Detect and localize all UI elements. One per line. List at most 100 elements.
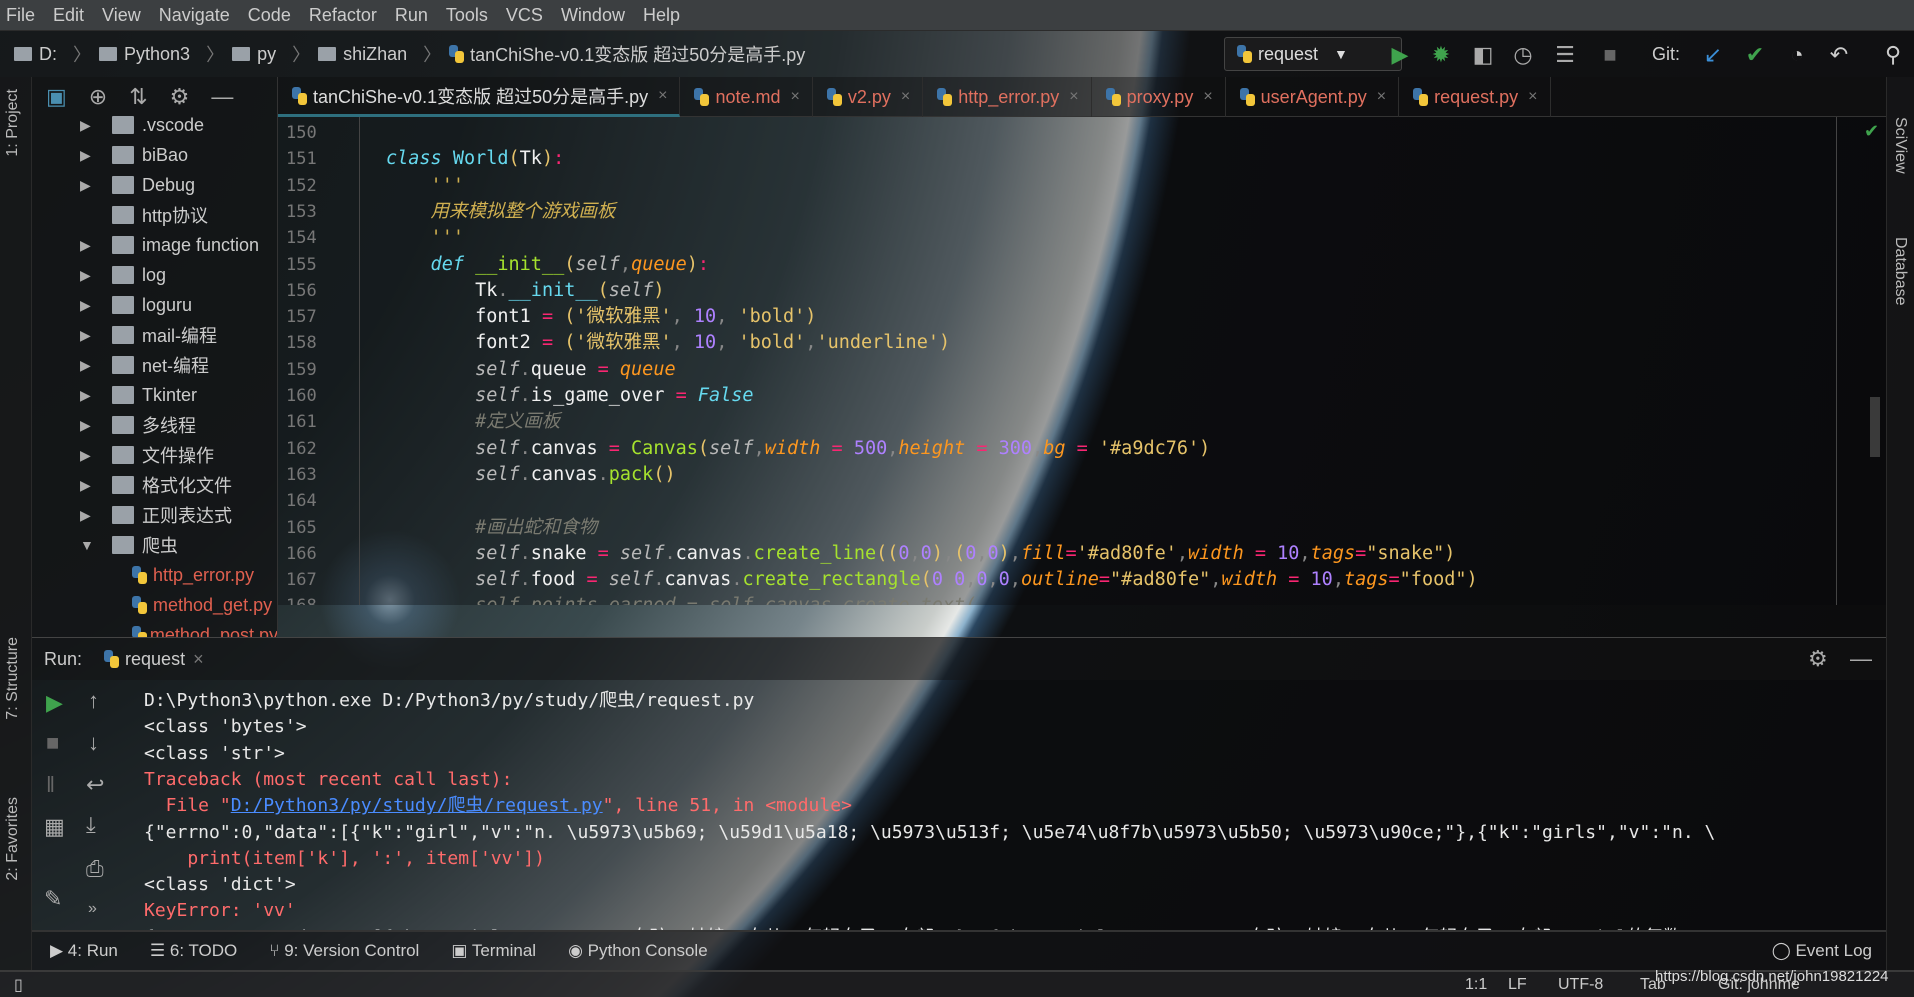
tree-item[interactable]: ▼ 爬虫	[32, 530, 277, 560]
tree-item[interactable]: ▶ log	[32, 260, 277, 290]
tree-item[interactable]: ▶ Tkinter	[32, 380, 277, 410]
editor-tab[interactable]: note.md ×	[680, 77, 813, 117]
close-icon[interactable]: ×	[901, 88, 910, 106]
menu-vcs[interactable]: VCS	[506, 5, 543, 26]
close-icon[interactable]: ×	[1069, 88, 1078, 106]
tree-item[interactable]: ▶ 正则表达式	[32, 500, 277, 530]
menu-help[interactable]: Help	[643, 5, 680, 26]
tree-item[interactable]: method_get.py	[32, 590, 277, 620]
debug-icon[interactable]: ✹	[1428, 42, 1454, 68]
close-icon[interactable]: ×	[1203, 88, 1212, 106]
editor-tab[interactable]: tanChiShe-v0.1变态版 超过50分是高手.py ×	[278, 77, 681, 117]
run-icon[interactable]: ▶	[1387, 42, 1413, 68]
database-tool-button[interactable]: Database	[1891, 237, 1909, 306]
tree-item[interactable]: ▶ 多线程	[32, 410, 277, 440]
breadcrumb-item[interactable]: shiZhan	[318, 44, 407, 65]
menu-run[interactable]: Run	[395, 5, 428, 26]
breadcrumb-item[interactable]: py	[232, 44, 276, 65]
gear-icon[interactable]: ⚙	[1808, 646, 1828, 672]
tree-item[interactable]: ▶ Debug	[32, 170, 277, 200]
menu-edit[interactable]: Edit	[53, 5, 84, 26]
editor-tab[interactable]: request.py ×	[1399, 77, 1551, 117]
close-icon[interactable]: ×	[658, 87, 667, 105]
chevron-right-icon[interactable]: ▶	[80, 147, 92, 164]
menu-view[interactable]: View	[102, 5, 141, 26]
git-update-icon[interactable]: ↙	[1700, 42, 1726, 68]
close-icon[interactable]: ×	[791, 88, 800, 106]
collapse-all-icon[interactable]: ⇅	[129, 84, 147, 110]
run-configuration-select[interactable]: request ▼	[1224, 37, 1402, 71]
chevron-right-icon[interactable]: ▶	[80, 117, 92, 134]
chevron-right-icon[interactable]: ▶	[80, 177, 92, 194]
tree-item[interactable]: ▶ biBao	[32, 140, 277, 170]
close-icon[interactable]: ×	[1528, 88, 1537, 106]
breadcrumb-item[interactable]: tanChiShe-v0.1变态版 超过50分是高手.py	[449, 41, 805, 67]
tree-item[interactable]: ▶ net-编程	[32, 350, 277, 380]
close-icon[interactable]: ×	[1377, 88, 1386, 106]
file-link[interactable]: D:/Python3/py/study/爬虫/request.py	[231, 795, 603, 816]
search-icon[interactable]: ⚲	[1880, 42, 1906, 68]
more-icon[interactable]: »	[88, 900, 97, 918]
project-tool-button[interactable]: 1: Project	[4, 89, 22, 157]
breadcrumb-item[interactable]: Python3	[99, 44, 190, 65]
tree-item[interactable]: ▶ image function	[32, 230, 277, 260]
event-log-button[interactable]: ◯ Event Log	[1772, 941, 1872, 961]
tree-item[interactable]: http_error.py	[32, 560, 277, 590]
chevron-right-icon[interactable]: ▶	[80, 327, 92, 344]
run-tab-request[interactable]: request	[125, 649, 185, 670]
tree-item[interactable]: ▶ 格式化文件	[32, 470, 277, 500]
tree-item[interactable]: ▶ 文件操作	[32, 440, 277, 470]
menu-window[interactable]: Window	[561, 5, 625, 26]
tree-item[interactable]: method_post.py	[32, 620, 277, 637]
run-console[interactable]: ▶ ↑ ■ ↓ ‖ ↩ ▦ ⤓ ⎙ ✎ » D:\Python3\python.…	[32, 680, 1886, 930]
scroll-to-end-icon[interactable]: ⤓	[86, 812, 96, 838]
chevron-right-icon[interactable]: ▶	[80, 507, 92, 524]
menu-code[interactable]: Code	[248, 5, 291, 26]
chevron-right-icon[interactable]: ▶	[80, 357, 92, 374]
coverage-icon[interactable]: ◧	[1470, 42, 1496, 68]
editor-tab[interactable]: http_error.py ×	[923, 77, 1092, 117]
tree-item[interactable]: ▶ loguru	[32, 290, 277, 320]
stop-icon[interactable]: ■	[1597, 42, 1623, 68]
chevron-down-icon[interactable]: ▼	[80, 537, 94, 553]
soft-wrap-icon[interactable]: ↩	[86, 772, 104, 798]
pin-icon[interactable]: ✎	[44, 886, 62, 912]
favorites-tool-button[interactable]: 2: Favorites	[4, 797, 22, 881]
profile-icon[interactable]: ◷	[1510, 42, 1536, 68]
toggle-panels-icon[interactable]: ▯	[14, 975, 23, 995]
sciview-tool-button[interactable]: SciView	[1891, 117, 1909, 174]
editor-tab[interactable]: v2.py ×	[813, 77, 924, 117]
pause-icon[interactable]: ‖	[46, 772, 55, 798]
rerun-icon[interactable]: ▶	[46, 690, 63, 716]
concurrency-icon[interactable]: ☰	[1552, 42, 1578, 68]
menu-tools[interactable]: Tools	[446, 5, 488, 26]
chevron-right-icon[interactable]: ▶	[80, 387, 92, 404]
hide-icon[interactable]: —	[211, 84, 233, 110]
revert-icon[interactable]: ↶	[1826, 42, 1852, 68]
down-icon[interactable]: ↓	[88, 730, 99, 756]
chevron-right-icon[interactable]: ▶	[80, 447, 92, 464]
chevron-right-icon[interactable]: ▶	[80, 297, 92, 314]
code-editor[interactable]: ✔ 150 151 class World(Tk): 152 ''' 153 用来模拟整…	[278, 117, 1886, 605]
chevron-right-icon[interactable]: ▶	[80, 417, 92, 434]
tree-item[interactable]: ▶ .vscode	[32, 110, 277, 140]
menu-navigate[interactable]: Navigate	[159, 5, 230, 26]
chevron-right-icon[interactable]: ▶	[80, 267, 92, 284]
menu-file[interactable]: File	[6, 5, 35, 26]
git-commit-icon[interactable]: ✔	[1742, 42, 1768, 68]
print-icon[interactable]: ⎙	[86, 856, 104, 882]
up-icon[interactable]: ↑	[88, 688, 99, 714]
encoding[interactable]: UTF-8	[1558, 976, 1603, 994]
layout-icon[interactable]: ▦	[44, 814, 65, 840]
line-separator[interactable]: LF	[1508, 976, 1527, 994]
chevron-right-icon[interactable]: ▶	[80, 477, 92, 494]
chevron-right-icon[interactable]: ▶	[80, 237, 92, 254]
tree-item[interactable]: http协议	[32, 200, 277, 230]
hide-icon[interactable]: —	[1850, 646, 1872, 672]
structure-tool-button[interactable]: 7: Structure	[4, 637, 22, 720]
history-icon[interactable]: ◔	[1784, 42, 1810, 68]
editor-tab[interactable]: proxy.py ×	[1092, 77, 1226, 117]
caret-position[interactable]: 1:1	[1465, 976, 1487, 994]
editor-tab[interactable]: userAgent.py ×	[1226, 77, 1400, 117]
stop-icon[interactable]: ■	[46, 730, 59, 756]
